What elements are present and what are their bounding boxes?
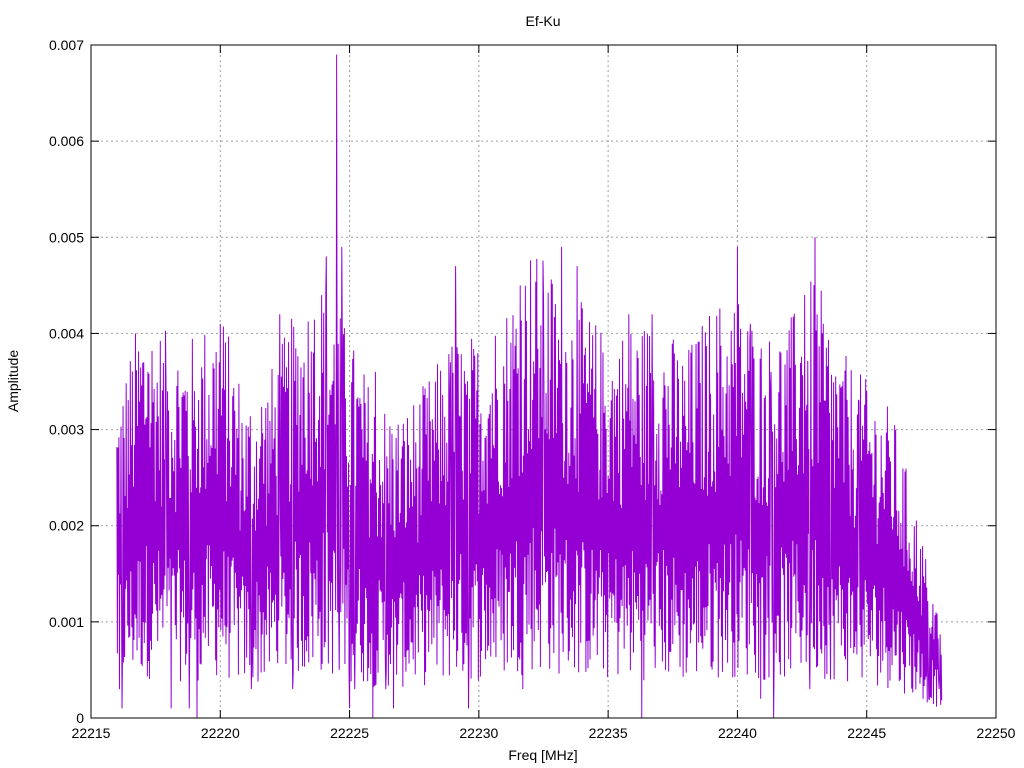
x-tick-label: 22215 — [72, 725, 111, 741]
x-tick-label: 22245 — [847, 725, 886, 741]
y-tick-label: 0.006 — [49, 133, 84, 149]
x-tick-label: 22250 — [977, 725, 1016, 741]
chart: 22215 22220 22225 22230 22235 22240 22245 22250… — [0, 0, 1024, 768]
x-tick-label: 22235 — [589, 725, 628, 741]
y-tick-label: 0.005 — [49, 229, 84, 245]
chart-title: Ef-Ku — [525, 13, 560, 29]
x-tick-label: 22230 — [459, 725, 498, 741]
y-tick-label: 0.004 — [49, 325, 84, 341]
y-tick-label: 0.002 — [49, 518, 84, 534]
y-tick-label: 0 — [76, 710, 84, 726]
x-axis-label: Freq [MHz] — [508, 747, 577, 763]
x-tick-label: 22220 — [201, 725, 240, 741]
y-tick-label: 0.001 — [49, 614, 84, 630]
y-tick-label: 0.007 — [49, 37, 84, 53]
x-tick-label: 22240 — [718, 725, 757, 741]
y-tick-label: 0.003 — [49, 422, 84, 438]
x-tick-label: 22225 — [330, 725, 369, 741]
y-axis-label: Amplitude — [5, 350, 21, 412]
